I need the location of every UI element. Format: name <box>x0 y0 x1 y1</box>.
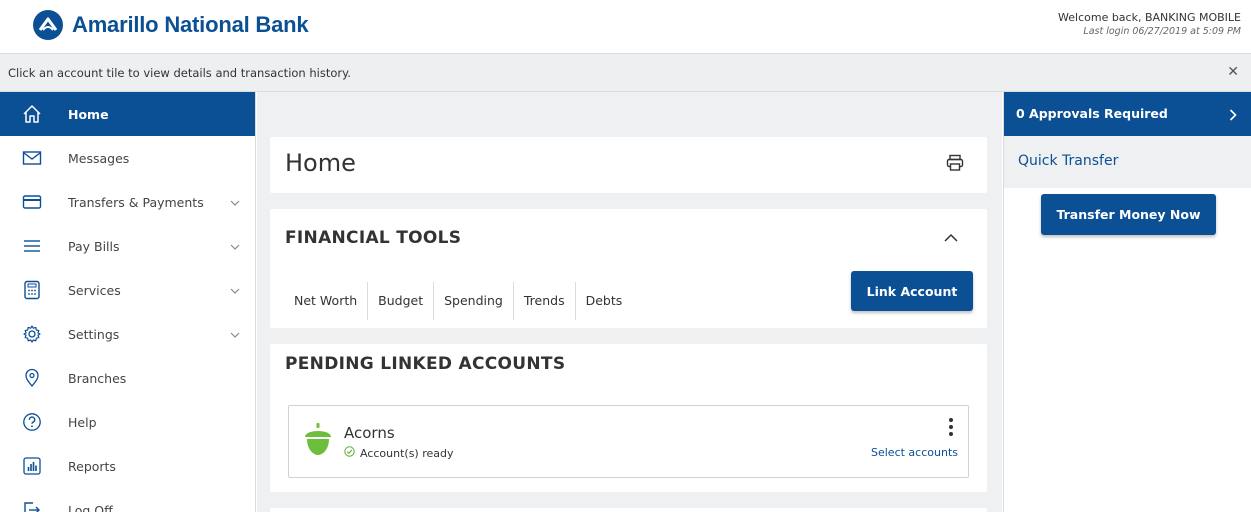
sidebar-item-label: Pay Bills <box>68 238 120 254</box>
close-icon[interactable]: ✕ <box>1227 64 1239 80</box>
tool-net-worth[interactable]: Net Worth <box>286 282 367 320</box>
kebab-menu-icon[interactable] <box>948 416 954 442</box>
sidebar-item-settings[interactable]: Settings <box>0 312 255 356</box>
account-status: Account(s) ready <box>344 446 454 460</box>
sidebar-item-label: Services <box>68 282 121 298</box>
pending-linked-accounts-card: PENDING LINKED ACCOUNTS Acorns Account(s… <box>270 344 987 492</box>
quick-transfer-header: Quick Transfer <box>1004 136 1251 188</box>
sidebar-item-reports[interactable]: Reports <box>0 444 255 488</box>
bank-logo-icon <box>33 10 63 40</box>
acorn-icon <box>303 422 333 462</box>
next-card <box>270 508 987 512</box>
tool-budget[interactable]: Budget <box>367 282 433 320</box>
page-title: Home <box>285 149 356 177</box>
sidebar-item-label: Help <box>68 414 97 430</box>
sidebar-item-branches[interactable]: Branches <box>0 356 255 400</box>
account-status-text: Account(s) ready <box>360 446 454 460</box>
log-off-icon <box>20 498 44 512</box>
home-icon <box>20 102 44 126</box>
select-accounts-link[interactable]: Select accounts <box>871 446 958 459</box>
sidebar-item-transfers-payments[interactable]: Transfers & Payments <box>0 180 255 224</box>
account-name: Acorns <box>344 424 395 442</box>
right-panel: 0 Approvals Required Quick Transfer Tran… <box>1003 92 1251 512</box>
quick-transfer-label: Quick Transfer <box>1018 153 1119 169</box>
financial-tools-links: Net Worth Budget Spending Trends Debts <box>286 282 632 320</box>
home-title-card: Home <box>270 137 987 193</box>
tool-spending[interactable]: Spending <box>433 282 513 320</box>
app-header: Amarillo National Bank Welcome back, BAN… <box>0 0 1251 54</box>
welcome-text: Welcome back, BANKING MOBILE <box>1058 11 1241 24</box>
info-banner: Click an account tile to view details an… <box>0 54 1251 92</box>
sidebar-item-home[interactable]: Home <box>0 92 255 136</box>
sidebar-item-messages[interactable]: Messages <box>0 136 255 180</box>
chevron-up-icon[interactable] <box>943 229 959 248</box>
financial-tools-title: FINANCIAL TOOLS <box>285 228 462 248</box>
sidebar-item-label: Branches <box>68 370 127 386</box>
welcome-block: Welcome back, BANKING MOBILE Last login … <box>1058 11 1241 37</box>
last-login-text: Last login 06/27/2019 at 5:09 PM <box>1083 26 1241 37</box>
bar-chart-icon <box>20 454 44 478</box>
chevron-right-icon <box>1228 107 1238 126</box>
chevron-down-icon[interactable] <box>229 326 241 345</box>
chevron-down-icon[interactable] <box>229 282 241 301</box>
credit-card-icon <box>20 190 44 214</box>
banner-text: Click an account tile to view details an… <box>8 66 351 80</box>
approvals-required-bar[interactable]: 0 Approvals Required <box>1004 92 1251 136</box>
transfer-money-now-button[interactable]: Transfer Money Now <box>1041 194 1216 235</box>
sidebar-item-label: Settings <box>68 326 120 342</box>
print-icon[interactable] <box>945 153 965 177</box>
sidebar-item-label: Messages <box>68 150 130 166</box>
gear-icon <box>20 322 44 346</box>
sidebar-item-services[interactable]: Services <box>0 268 255 312</box>
bank-name: Amarillo National Bank <box>72 12 309 37</box>
check-circle-icon <box>344 446 355 460</box>
question-icon <box>20 410 44 434</box>
menu-lines-icon <box>20 234 44 258</box>
tool-debts[interactable]: Debts <box>574 282 633 320</box>
tool-trends[interactable]: Trends <box>512 282 575 320</box>
calculator-icon <box>20 278 44 302</box>
approvals-label: 0 Approvals Required <box>1016 106 1168 121</box>
link-account-button[interactable]: Link Account <box>851 271 973 311</box>
financial-tools-card: FINANCIAL TOOLS Net Worth Budget Spendin… <box>270 209 987 328</box>
sidebar-item-pay-bills[interactable]: Pay Bills <box>0 224 255 268</box>
bank-logo[interactable]: Amarillo National Bank <box>33 10 309 40</box>
sidebar-item-log-off[interactable]: Log Off <box>0 488 255 512</box>
sidebar-item-help[interactable]: Help <box>0 400 255 444</box>
account-tile[interactable]: Acorns Account(s) ready Select accounts <box>288 405 969 478</box>
pending-linked-accounts-title: PENDING LINKED ACCOUNTS <box>285 354 566 374</box>
sidebar-nav: Home Messages Transfers & Payments Pay B… <box>0 92 256 512</box>
envelope-icon <box>20 146 44 170</box>
sidebar-item-label: Home <box>68 106 109 122</box>
sidebar-item-label: Reports <box>68 458 116 474</box>
map-pin-icon <box>20 366 44 390</box>
chevron-down-icon[interactable] <box>229 194 241 213</box>
sidebar-item-label: Transfers & Payments <box>68 194 204 210</box>
chevron-down-icon[interactable] <box>229 238 241 257</box>
sidebar-item-label: Log Off <box>68 502 113 512</box>
